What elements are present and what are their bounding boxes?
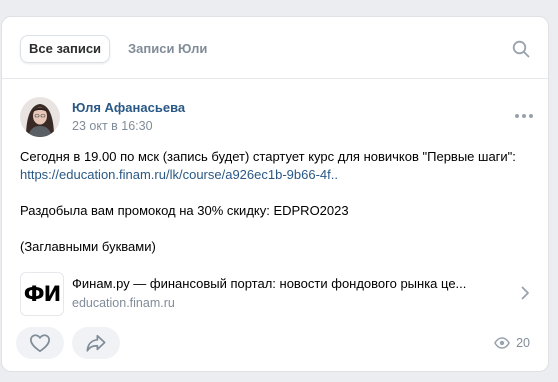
eye-icon bbox=[494, 337, 510, 349]
chevron-right-icon bbox=[521, 286, 529, 300]
views-counter: 20 bbox=[494, 335, 530, 351]
post-text-line: (Заглавными буквами) bbox=[20, 239, 156, 254]
tab-all-posts[interactable]: Все записи bbox=[20, 35, 111, 63]
search-icon[interactable] bbox=[512, 40, 530, 58]
author-avatar[interactable] bbox=[20, 97, 60, 137]
views-count: 20 bbox=[516, 336, 530, 350]
link-snippet[interactable]: ФИ Финам.ру — финансовый портал: новости… bbox=[20, 272, 540, 316]
share-arrow-icon bbox=[86, 334, 106, 352]
like-button[interactable] bbox=[16, 327, 64, 359]
post-course-link[interactable]: https://education.finam.ru/lk/course/a92… bbox=[20, 166, 540, 184]
wall-tabs: Все записи Записи Юли bbox=[2, 17, 548, 79]
wall-card: Все записи Записи Юли Юля Афанасьева 23 … bbox=[1, 16, 549, 372]
heart-icon bbox=[30, 334, 50, 353]
finam-logo: ФИ bbox=[20, 272, 64, 316]
snippet-title: Финам.ру — финансовый портал: новости фо… bbox=[72, 276, 467, 291]
author-name[interactable]: Юля Афанасьева bbox=[72, 100, 185, 115]
post-text-line: Сегодня в 19.00 по мск (запись будет) ст… bbox=[20, 149, 516, 164]
post-text-gap bbox=[20, 220, 540, 238]
snippet-domain: education.finam.ru bbox=[72, 296, 175, 310]
post-text: Сегодня в 19.00 по мск (запись будет) ст… bbox=[20, 148, 540, 256]
more-dots-icon[interactable] bbox=[514, 113, 534, 119]
post-text-gap bbox=[20, 184, 540, 202]
post-timestamp[interactable]: 23 окт в 16:30 bbox=[72, 119, 153, 133]
share-button[interactable] bbox=[72, 327, 120, 359]
post-text-line: Раздобыла вам промокод на 30% скидку: ED… bbox=[20, 203, 349, 218]
tab-user-posts[interactable]: Записи Юли bbox=[119, 35, 216, 63]
avatar-photo bbox=[20, 97, 60, 137]
